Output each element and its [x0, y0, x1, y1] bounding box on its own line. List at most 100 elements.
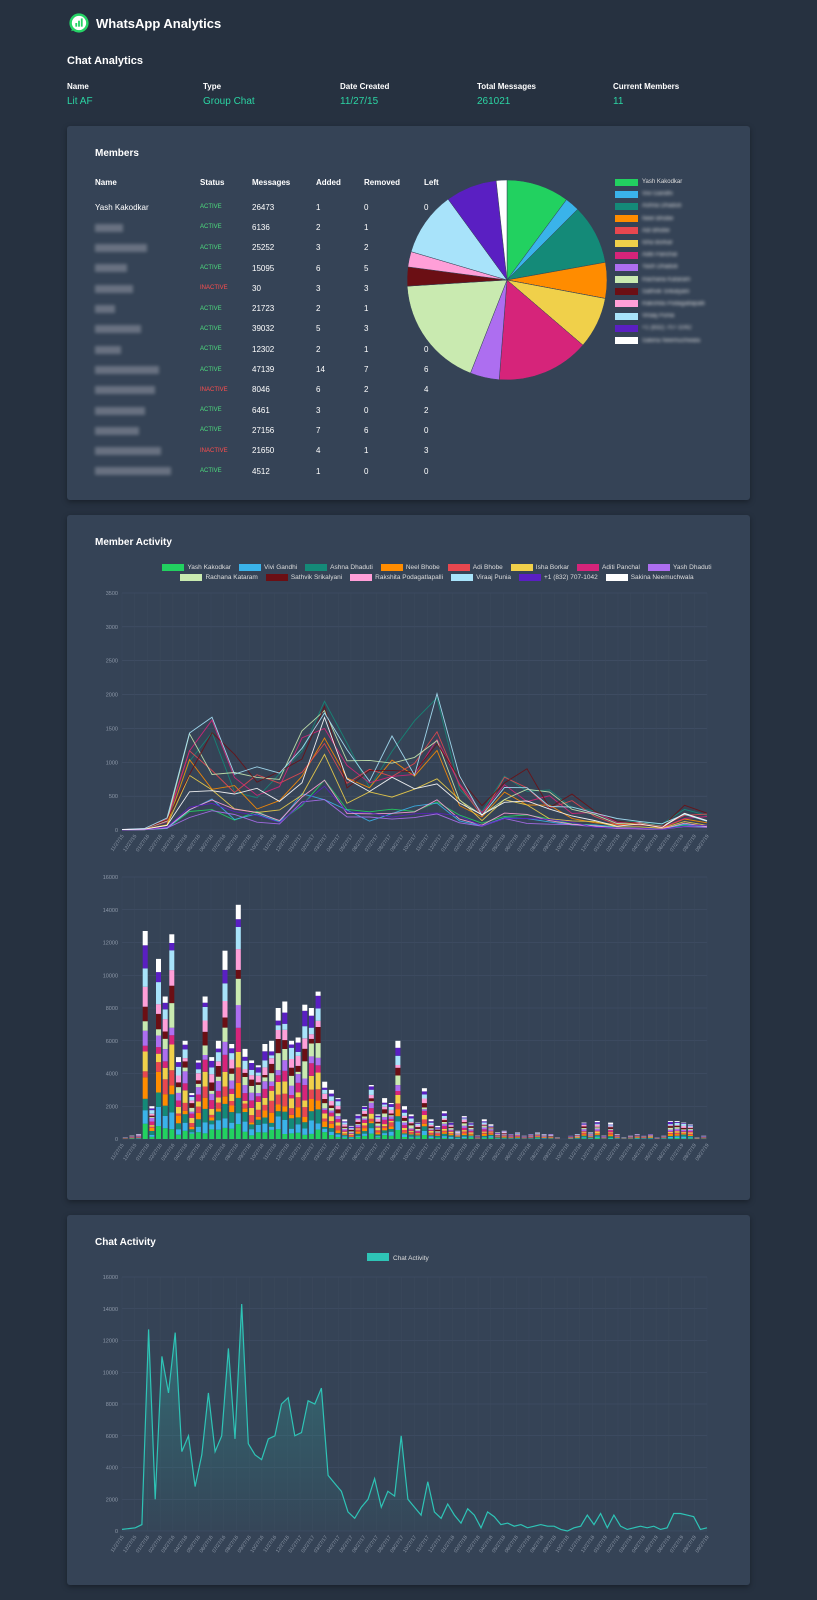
pie-legend-item[interactable]: Rachana Kataram: [615, 274, 705, 286]
stacked-bar-segment: [342, 1126, 348, 1128]
stacked-bar-segment: [501, 1131, 507, 1133]
pie-legend-item[interactable]: +1 (832) 707-1042: [615, 322, 705, 334]
member-row[interactable]: INACTIVE 21650 4 1 3: [95, 441, 454, 461]
stacked-bar-segment: [395, 1129, 401, 1139]
member-row[interactable]: ACTIVE 6461 3 0 2: [95, 400, 454, 420]
stacked-bar-segment: [322, 1081, 328, 1088]
members-title: Members: [95, 148, 139, 159]
pie-legend-item[interactable]: Sakina Neemuchwala: [615, 334, 705, 346]
stacked-bar-segment: [235, 978, 241, 1006]
series-legend-item[interactable]: Vivi Gandhi: [239, 564, 297, 571]
stacked-bar-segment: [295, 1051, 301, 1056]
stacked-bar-segment: [441, 1111, 447, 1114]
stacked-bar-segment: [162, 1105, 168, 1116]
stacked-bar-segment: [156, 1035, 161, 1048]
member-left: 0: [424, 425, 429, 435]
stacked-bar-segment: [342, 1131, 348, 1134]
pie-legend-item[interactable]: Vivi Gandhi: [615, 188, 705, 200]
stacked-bar-segment: [461, 1125, 467, 1128]
stacked-bar-segment: [202, 1045, 208, 1055]
pie-legend-item[interactable]: Ashna Dhaduti: [615, 200, 705, 212]
stacked-bar-segment: [455, 1131, 461, 1133]
series-legend-item[interactable]: Yash Dhaduti: [648, 564, 712, 571]
stacked-bar-segment: [421, 1088, 427, 1092]
stacked-bar-segment: [262, 1075, 268, 1078]
pie-legend-item[interactable]: Neel Bhobe: [615, 213, 705, 225]
member-added: 3: [316, 283, 321, 293]
stacked-bar-segment: [368, 1123, 374, 1129]
stacked-bar-segment: [448, 1134, 454, 1136]
stacked-bar-segment: [535, 1137, 540, 1139]
stacked-bar-segment: [382, 1126, 388, 1129]
member-added: 14: [316, 365, 325, 375]
series-legend-item[interactable]: Rakshita Podagatlapalli: [350, 574, 443, 581]
member-added: 4: [316, 446, 321, 456]
stacked-bar-segment: [249, 1092, 255, 1101]
pie-legend-item[interactable]: Sathvik Srikalyani: [615, 286, 705, 298]
series-legend-item[interactable]: Viraaj Punia: [451, 574, 511, 581]
member-added: 6: [316, 263, 321, 273]
member-name: [95, 217, 200, 237]
stacked-bar-segment: [335, 1125, 341, 1131]
stacked-bar-segment: [435, 1134, 441, 1136]
stacked-bar-segment: [481, 1137, 487, 1138]
series-legend-item[interactable]: Rachana Kataram: [180, 574, 258, 581]
pie-legend-item[interactable]: Rakshita Podagatlapalli: [615, 298, 705, 310]
stacked-bar-segment: [215, 1048, 221, 1053]
series-legend-item[interactable]: +1 (832) 707-1042: [519, 574, 598, 581]
legend-swatch: [265, 574, 288, 581]
stacked-bar-segment: [355, 1118, 361, 1120]
stacked-bar-segment: [235, 926, 241, 950]
stacked-bar-segment: [315, 1008, 321, 1021]
stacked-bar-segment: [421, 1091, 427, 1095]
stacked-bar-segment: [322, 1118, 328, 1122]
stacked-bar-segment: [608, 1122, 614, 1125]
stacked-bar-segment: [335, 1099, 341, 1102]
stacked-bar-segment: [448, 1123, 454, 1125]
series-legend-item[interactable]: Aditi Panchal: [577, 564, 640, 571]
stacked-bar-segment: [229, 1059, 235, 1069]
pie-legend-item[interactable]: Yash Dhaduti: [615, 261, 705, 273]
pie-legend-item[interactable]: Viraaj Punia: [615, 310, 705, 322]
series-legend-item[interactable]: Sathvik Srikalyani: [265, 574, 342, 581]
member-row[interactable]: ACTIVE 4512 1 0 0: [95, 461, 454, 481]
series-legend-item[interactable]: Ashna Dhaduti: [305, 564, 373, 571]
series-legend-item[interactable]: Sakina Neemuchwala: [605, 574, 694, 581]
stacked-bar-segment: [614, 1136, 620, 1137]
stacked-bar-segment: [634, 1134, 640, 1136]
stacked-bar-segment: [255, 1124, 261, 1133]
pie-legend-item[interactable]: Aditi Panchal: [615, 249, 705, 261]
stacked-bar-segment: [142, 968, 148, 987]
stacked-bar-segment: [156, 1062, 161, 1072]
stacked-bar-segment: [488, 1137, 494, 1139]
stacked-bar-segment: [634, 1136, 640, 1137]
stacked-bar-segment: [681, 1138, 687, 1139]
series-legend-item[interactable]: Adi Bhobe: [447, 564, 503, 571]
stacked-bar-segment: [415, 1130, 421, 1132]
redacted-name: [95, 345, 121, 354]
stacked-bar-segment: [136, 1135, 142, 1136]
stacked-bar-segment: [156, 958, 161, 973]
pie-legend-item[interactable]: Yash Kakodkar: [615, 176, 705, 188]
stacked-bar-segment: [402, 1125, 407, 1128]
stacked-bar-segment: [289, 1114, 294, 1119]
stacked-bar-segment: [581, 1130, 587, 1132]
pie-legend-label: Adi Bhobe: [642, 227, 670, 234]
stacked-bar-segment: [322, 1113, 328, 1119]
series-legend-item[interactable]: Neel Bhobe: [380, 564, 440, 571]
pie-legend-item[interactable]: Isha Borkar: [615, 237, 705, 249]
stacked-bar-segment: [308, 1099, 314, 1112]
stacked-bar-segment: [687, 1133, 693, 1135]
series-legend-item[interactable]: Yash Kakodkar: [162, 564, 231, 571]
member-name: [95, 359, 200, 379]
stacked-bar-segment: [149, 1118, 155, 1122]
member-name: [95, 380, 200, 400]
total-messages-value: 261021: [477, 96, 511, 107]
legend-swatch: [615, 178, 638, 186]
member-row[interactable]: ACTIVE 27156 7 6 0: [95, 420, 454, 440]
stacked-bar-segment: [295, 1055, 301, 1066]
stacked-bar-segment: [362, 1122, 368, 1126]
pie-legend-item[interactable]: Adi Bhobe: [615, 225, 705, 237]
series-legend-item[interactable]: Isha Borkar: [510, 564, 569, 571]
column-header: Messages: [252, 178, 291, 187]
